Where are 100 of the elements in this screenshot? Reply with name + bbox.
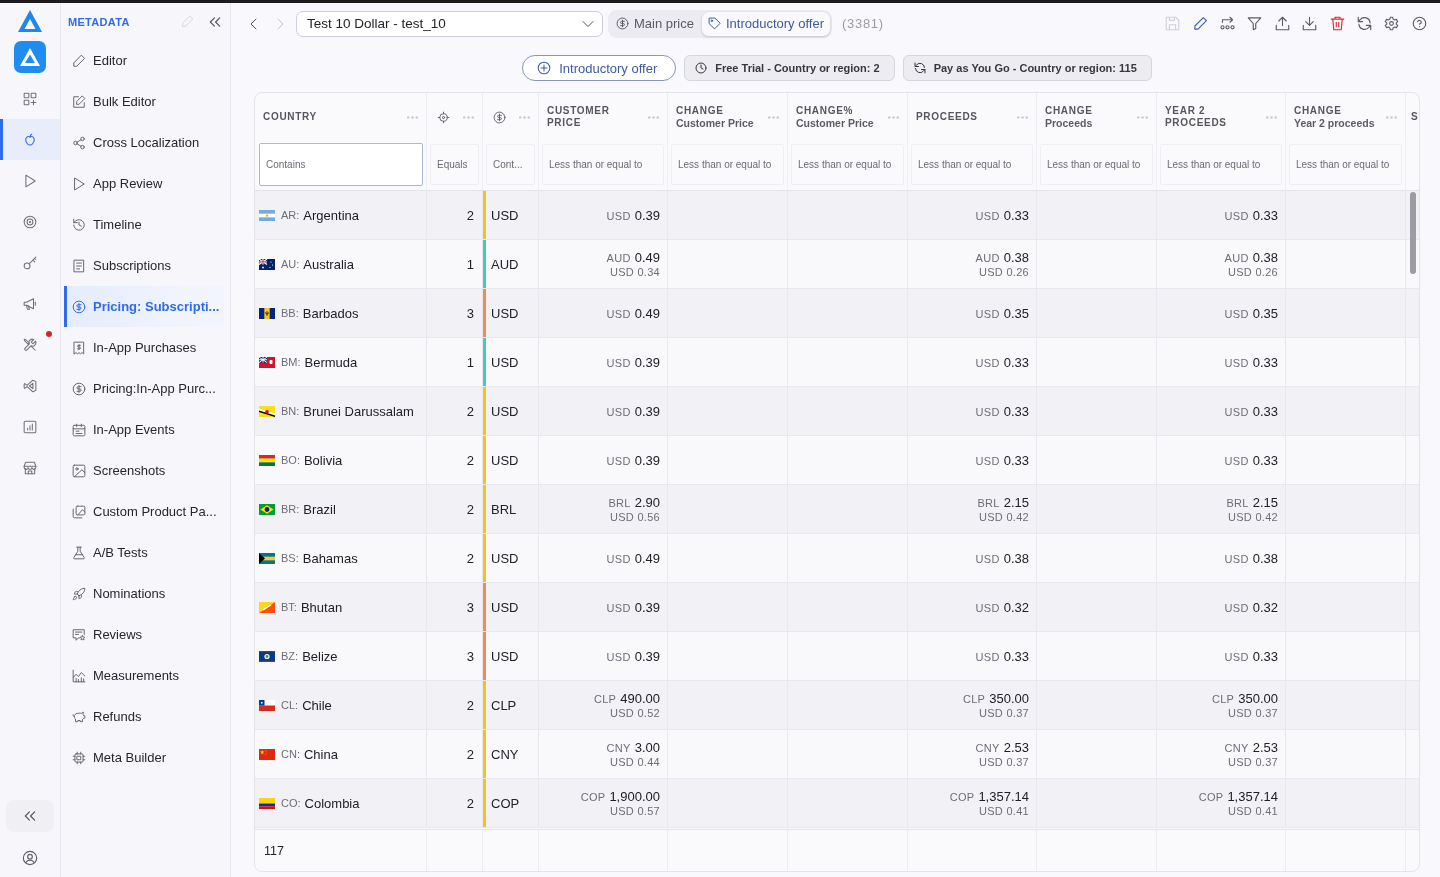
currency-code: BRL (977, 497, 1000, 509)
save-icon (1165, 16, 1181, 31)
nav-item[interactable]: Pricing:In-App Purc... (64, 368, 225, 409)
price-amount: 0.39 (634, 452, 660, 468)
converted-price: USD 0.34 (609, 266, 660, 278)
record-count: (3381) (842, 16, 884, 31)
settings-icon (1384, 16, 1400, 31)
nav-item[interactable]: Measurements (64, 655, 225, 696)
edit-icon (72, 94, 86, 109)
nav-item[interactable]: In-App Events (64, 409, 225, 450)
nav-item[interactable]: Timeline (64, 204, 225, 245)
country-name: Brunei Darussalam (303, 403, 414, 419)
nav-item[interactable]: In-App Purchases (64, 327, 225, 368)
number-text: 2 (466, 746, 474, 762)
account-button[interactable] (22, 850, 38, 866)
nav-item[interactable]: Bulk Editor (64, 81, 225, 122)
flag-icon (259, 699, 275, 711)
offer-tab[interactable]: Introductory offer (522, 55, 677, 81)
nav-item[interactable]: Editor (64, 40, 225, 81)
chip-icon (72, 750, 86, 765)
currency-code: USD (1224, 405, 1249, 418)
more-icon[interactable] (1386, 115, 1397, 119)
price-amount: 0.33 (1003, 207, 1029, 223)
more-icon[interactable] (1137, 115, 1148, 119)
number-text: 1 (466, 256, 474, 272)
nav-item[interactable]: Subscriptions (64, 245, 225, 286)
number-text: 2 (466, 697, 474, 713)
piggy-bank-icon (72, 709, 86, 724)
price-amount: 0.33 (1252, 452, 1278, 468)
flag-icon (259, 503, 275, 515)
more-icon[interactable] (648, 115, 659, 119)
country-code: BR: (281, 503, 300, 515)
nav-item[interactable]: Refunds (64, 696, 225, 737)
bar-chart-icon (23, 419, 37, 434)
converted-price: USD 0.56 (609, 511, 660, 523)
number-text: 3 (466, 599, 474, 615)
app-icon[interactable] (14, 41, 46, 73)
nav-item[interactable]: Screenshots (64, 450, 225, 491)
nav-item[interactable]: Pricing: Subscripti... (64, 286, 225, 327)
scrollbar-thumb[interactable] (1410, 192, 1416, 274)
sidebar-button[interactable] (0, 119, 60, 160)
collapse-button[interactable] (6, 800, 54, 832)
currency-text: CLP (490, 697, 517, 713)
currency-code: USD (975, 307, 1000, 320)
converted-price: USD 0.44 (609, 756, 660, 768)
flag-icon (259, 454, 275, 466)
pencil-icon (1192, 16, 1208, 31)
review-icon (72, 627, 86, 642)
currency-code: USD (975, 601, 1000, 614)
nav-item[interactable]: A/B Tests (64, 532, 225, 573)
more-icon[interactable] (768, 115, 779, 119)
more-icon[interactable] (1017, 115, 1028, 119)
number-text: 3 (466, 305, 474, 321)
converted-price: USD 0.42 (978, 511, 1029, 523)
segment-tab[interactable]: Main price (610, 11, 700, 36)
filter-icon (1247, 16, 1263, 31)
more-icon[interactable] (463, 115, 474, 119)
flag-icon (259, 258, 275, 270)
more-icon[interactable] (407, 115, 418, 119)
nav-item[interactable]: Cross Localization (64, 122, 225, 163)
price-amount: 0.33 (1252, 354, 1278, 370)
dollar-icon (493, 110, 506, 124)
nav-item[interactable]: Meta Builder (64, 737, 225, 778)
collapse-icon (23, 809, 37, 823)
currency-text: CNY (490, 746, 519, 762)
currency-code: USD (975, 405, 1000, 418)
currency-code: COP (580, 791, 606, 803)
grid-icon (23, 91, 37, 106)
nav-item[interactable]: Custom Product Pa... (64, 491, 225, 532)
document-icon (72, 258, 86, 273)
price-amount: 0.38 (1003, 250, 1029, 265)
currency-text: USD (490, 599, 519, 615)
flag-icon (259, 405, 275, 417)
more-icon[interactable] (519, 115, 530, 119)
currency-code: USD (606, 552, 631, 565)
apple-icon (23, 132, 37, 147)
currency-code: USD (1224, 650, 1249, 663)
offer-tab[interactable]: Pay as You Go - Country or region: 115 (902, 55, 1152, 81)
nav-item[interactable]: App Review (64, 163, 225, 204)
currency-code: USD (606, 601, 631, 614)
converted-price: USD 0.37 (978, 756, 1029, 768)
more-icon[interactable] (1266, 115, 1277, 119)
pencil-icon[interactable] (181, 15, 194, 28)
product-select[interactable]: Test 10 Dollar - test_10 (296, 10, 603, 37)
nav-item[interactable]: Nominations (64, 573, 225, 614)
segment-tab[interactable]: Introductory offer (701, 11, 830, 36)
tools-icon (23, 337, 37, 352)
filter-field[interactable]: Contains (259, 143, 423, 186)
currency-code: USD (606, 307, 631, 320)
column-title: CHANGE% (796, 105, 855, 117)
more-icon[interactable] (888, 115, 899, 119)
column-subtitle: Customer Price (676, 117, 754, 129)
offer-tab[interactable]: Free Trial - Country or region: 2 (684, 55, 895, 81)
collapse-button[interactable] (208, 14, 222, 29)
clock-icon (695, 62, 708, 74)
nav-item[interactable]: Reviews (64, 614, 225, 655)
price-amount: 2.53 (1003, 740, 1029, 755)
price-amount: 1,357.14 (1227, 789, 1278, 804)
country-name: Australia (303, 256, 354, 272)
price-amount: 0.49 (634, 250, 660, 265)
